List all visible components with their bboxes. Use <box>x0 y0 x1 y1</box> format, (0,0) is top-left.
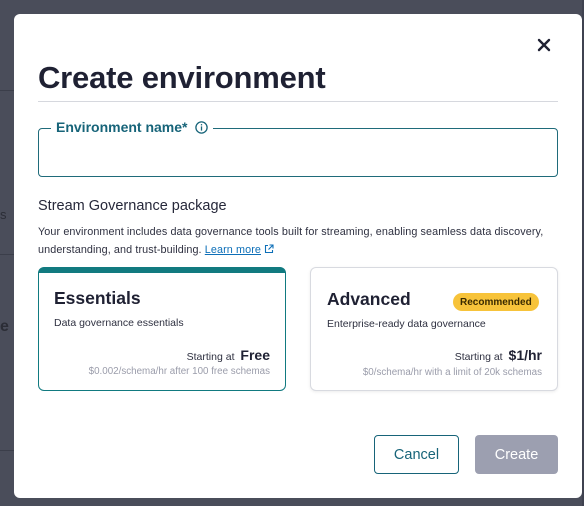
advanced-package-card[interactable]: Advanced Recommended Enterprise-ready da… <box>310 267 558 391</box>
create-button[interactable]: Create <box>475 435 558 474</box>
background-divider <box>0 254 14 255</box>
governance-description-text: Your environment includes data governanc… <box>38 226 544 256</box>
environment-name-input[interactable] <box>53 143 547 167</box>
dialog-title: Create environment <box>38 60 326 95</box>
package-pricing-note: $0/schema/hr with a limit of 20k schemas <box>362 367 542 378</box>
environment-name-field[interactable]: Environment name* <box>38 119 558 177</box>
environment-name-label: Environment name* <box>56 119 188 135</box>
background-text: e <box>0 318 9 335</box>
price-value: $1/hr <box>508 347 542 363</box>
governance-description: Your environment includes data governanc… <box>38 223 548 259</box>
package-subtitle: Enterprise-ready data governance <box>327 318 486 330</box>
close-icon <box>537 38 551 52</box>
essentials-package-card[interactable]: Essentials Data governance essentials St… <box>38 267 286 391</box>
package-name: Advanced <box>327 289 411 309</box>
close-button[interactable] <box>532 33 556 57</box>
package-subtitle: Data governance essentials <box>54 317 184 329</box>
info-icon[interactable] <box>195 120 209 134</box>
learn-more-label: Learn more <box>204 244 261 256</box>
create-environment-dialog: Create environment Environment name* Str… <box>14 14 582 498</box>
cancel-button[interactable]: Cancel <box>374 435 459 474</box>
title-divider <box>38 101 558 102</box>
package-pricing-note: $0.002/schema/hr after 100 free schemas <box>88 366 270 377</box>
recommended-badge: Recommended <box>453 293 539 311</box>
package-name: Essentials <box>54 288 141 308</box>
background-text: s <box>0 207 7 222</box>
price-prefix: Starting at <box>186 351 235 363</box>
governance-section-title: Stream Governance package <box>38 198 227 214</box>
price-prefix: Starting at <box>454 351 503 363</box>
background-divider <box>0 90 14 91</box>
package-price: Starting at Free <box>187 347 270 363</box>
external-link-icon <box>264 244 274 254</box>
background-divider <box>0 450 14 451</box>
price-value: Free <box>240 347 270 363</box>
learn-more-link[interactable]: Learn more <box>205 244 274 256</box>
environment-name-label-group: Environment name* <box>51 119 214 135</box>
package-price: Starting at $1/hr <box>455 347 542 363</box>
